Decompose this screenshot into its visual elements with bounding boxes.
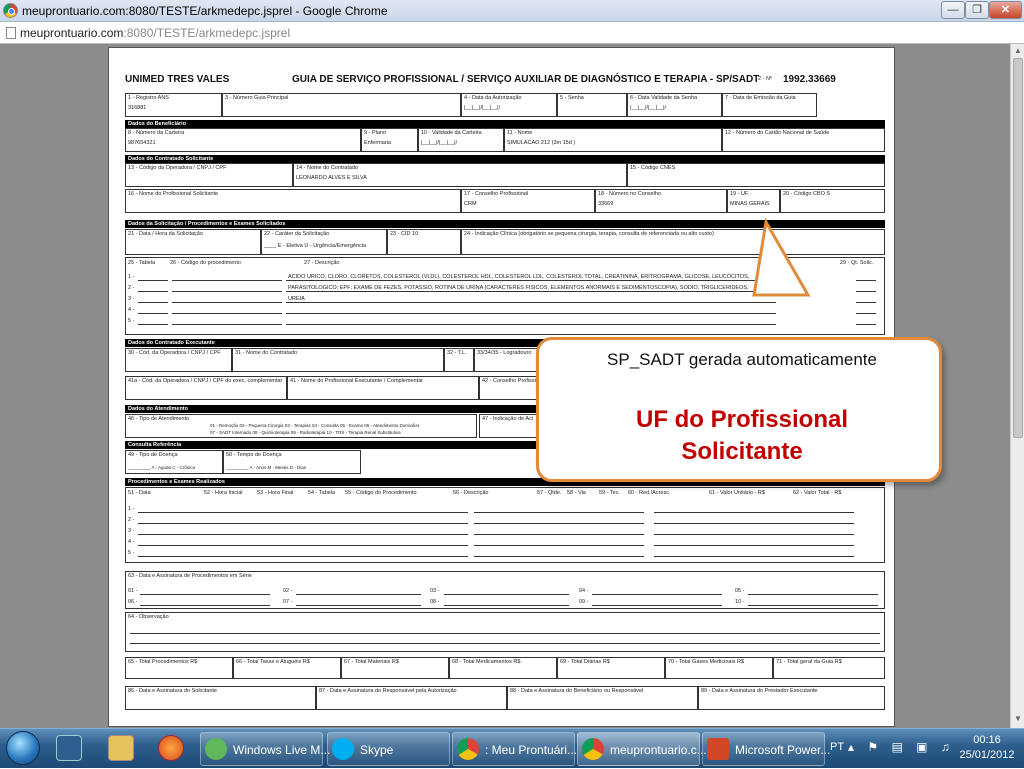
field-cod-exec-complementar: 41a - Cód. da Operadora / CNPJ / CPF do … [125,376,287,400]
vertical-scrollbar[interactable]: ▲ ▼ [1010,44,1024,728]
signature-solicitante: 86 - Data e Assinatura do Solicitante [125,686,316,710]
scroll-down-icon[interactable]: ▼ [1013,714,1023,724]
field-uf: 19 - UF MINAS GERAIS [727,189,780,213]
chrome-icon [3,3,18,18]
annotation-callout: SP_SADT gerada automaticamente UF do Pro… [536,337,942,482]
taskbar-item-chrome-1[interactable]: : Meu Prontuári... [452,732,577,766]
field-profissional-solicitante: 16 - Nome do Profissional Solicitante [125,189,461,213]
field-codigo-cbo: 20 - Código CBO S [780,189,885,213]
field-profissional-executante: 41 - Nome do Profissional Executante / C… [287,376,479,400]
powerpoint-icon [707,738,729,760]
scrollbar-thumb[interactable] [1013,58,1023,438]
scroll-up-icon[interactable]: ▲ [1013,46,1023,56]
windows-taskbar: Windows Live M... Skype : Meu Prontuári.… [0,728,1024,768]
start-button[interactable] [6,731,40,765]
callout-highlight-line2: Solicitante [681,438,803,465]
url-text[interactable]: meuprontuario.com:8080/TESTE/arkmedepc.j… [20,26,290,40]
field-numero-carteira: 8 - Número da Carteira 987654321 [125,128,361,152]
taskbar-item-skype[interactable]: Skype [327,732,450,766]
field-cod-operadora-exec: 30 - Cód. da Operadora / CNPJ / CPF [125,348,232,372]
signature-beneficiario: 88 - Data e Assinatura do Beneficiário o… [507,686,698,710]
field-total-medicamentos: 68 - Total Medicamentos R$ [449,657,557,679]
section-beneficiario: Dados do Beneficiário [125,120,885,128]
language-indicator[interactable]: PT [830,741,844,753]
operator-name: UNIMED TRES VALES [125,74,230,85]
field-codigo-operadora: 13 - Código da Operadora / CNPJ / CPF [125,163,293,187]
signature-prestador: 89 - Data e Assinatura do Prestador Exec… [698,686,885,710]
minimize-button[interactable]: — [941,1,965,19]
chrome-icon [582,738,604,760]
address-bar[interactable]: meuprontuario.com:8080/TESTE/arkmedepc.j… [0,22,1024,44]
media-player-icon[interactable] [56,735,82,761]
messenger-icon [205,738,227,760]
field-total-geral: 71 - Total geral da Guia R$ [773,657,885,679]
chrome-icon [457,738,479,760]
field-tipo-doenca: 49 - Tipo de Doença _________ A - Aguda C… [125,450,223,474]
field-total-diarias: 69 - Total Diárias R$ [557,657,665,679]
system-tray: PT ▴ ⚑ ▤ ▣ ♫ 00:16 25/01/2012 [826,729,1024,769]
skype-icon [332,738,354,760]
field-validade-senha: 6 - Data Validade da Senha |__|__|/|__|__… [627,93,722,117]
maximize-button[interactable]: ❐ [965,1,989,19]
section-contratado-solicitante: Dados do Contratado Solicitante [125,155,885,163]
form-title: GUIA DE SERVIÇO PROFISSIONAL / SERVIÇO A… [292,74,760,85]
field-total-gases: 70 - Total Gases Medicinais R$ [665,657,773,679]
tray-icons[interactable]: ▴ ⚑ ▤ ▣ ♫ [848,740,955,754]
field-data-hora-solicitacao: 21 - Data / Hora da Solicitação [125,229,261,255]
field-validade-carteira: 10 - Validade da Carteira |__|__|/|__|__|… [418,128,504,152]
firefox-icon[interactable] [158,735,184,761]
field-total-taxas: 66 - Total Taxas e Aluguéis R$ [233,657,341,679]
field-tempo-doenca: 50 - Tempo de Doença _________ A - Anos M… [223,450,361,474]
field-nome-beneficiario: 11 - Nome SIMULACAO 212 (3m 15d ) [504,128,722,152]
guide-number-label: 2 - Nº [758,76,772,82]
field-registro-ans: 1 - Registro ANS 316881 [125,93,222,117]
field-numero-conselho: 18 - Número no Conselho 33669 [595,189,727,213]
clock[interactable]: 00:16 25/01/2012 [954,733,1020,763]
section-solicitacao: Dados da Solicitação / Procedimentos e E… [125,220,885,228]
taskbar-item-messenger[interactable]: Windows Live M... [200,732,330,766]
procedures-performed-table: 51 - Data 52 - Hora Inicial 53 - Hora Fi… [125,487,885,563]
field-nome-contratado: 14 - Nome do Contratado LEONARDO ALVES E … [293,163,627,187]
field-plano: 9 - Plano Enfermaria [361,128,418,152]
folder-icon[interactable] [108,735,134,761]
field-numero-guia: 3 - Número Guia Principal [222,93,461,117]
callout-highlight-line1: UF do Profissional [635,406,848,433]
field-tl: 32 - T.L. [444,348,474,372]
field-carater-solicitacao: 22 - Caráter da Solicitação ____ E - Elet… [261,229,387,255]
taskbar-item-chrome-2[interactable]: meuprontuario.c... [577,732,707,766]
field-nome-contratado-exec: 31 - Nome do Contratado [232,348,444,372]
signature-autorizacao: 87 - Data e Assinatura do Responsável pe… [316,686,507,710]
field-conselho-profissional: 17 - Conselho Profissional CRM [461,189,595,213]
page-icon [6,27,16,39]
callout-subtitle: SP_SADT gerada automaticamente [607,350,877,369]
field-data-emissao: 7 - Data de Emissão da Guia [722,93,817,117]
field-senha: 5 - Senha [557,93,627,117]
field-codigo-cnes: 15 - Código CNES [627,163,885,187]
callout-highlight: UF do Profissional Solicitante [539,404,945,468]
field-cartao-nacional: 12 - Número do Cartão Nacional de Saúde [722,128,885,152]
window-titlebar: meuprontuario.com:8080/TESTE/arkmedepc.j… [0,0,1024,22]
url-path: :8080/TESTE/arkmedepc.jsprel [123,26,291,40]
clock-time: 00:16 [973,734,1001,746]
clock-date: 25/01/2012 [959,749,1015,761]
field-cid10: 23 - CID 10 [387,229,461,255]
procedures-requested-table: 25 - Tabela 26 - Código do procedimento … [125,257,885,335]
field-total-materiais: 67 - Total Materiais R$ [341,657,449,679]
guide-number-value: 1992.33669 [783,74,836,85]
field-observacao: 64 - Observação [125,612,885,652]
url-host: meuprontuario.com [20,26,124,40]
field-indicacao-clinica: 24 - Indicação Clínica (obrigatório se p… [461,229,885,255]
field-total-procedimentos: 65 - Total Procedimentos R$ [125,657,233,679]
close-button[interactable]: ✕ [989,1,1022,19]
browser-viewport: UNIMED TRES VALES GUIA DE SERVIÇO PROFIS… [0,44,1010,728]
taskbar-item-powerpoint[interactable]: Microsoft Power... [702,732,830,766]
field-data-autorizacao: 4 - Data da Autorização |__|__|/|__|__|/ [461,93,557,117]
window-title: meuprontuario.com:8080/TESTE/arkmedepc.j… [22,4,388,18]
field-tipo-atendimento: 46 - Tipo de Atendimento 01 - Remoção 02… [125,414,477,438]
field-procedimentos-serie: 63 - Data e Assinatura de Procedimentos … [125,571,885,609]
